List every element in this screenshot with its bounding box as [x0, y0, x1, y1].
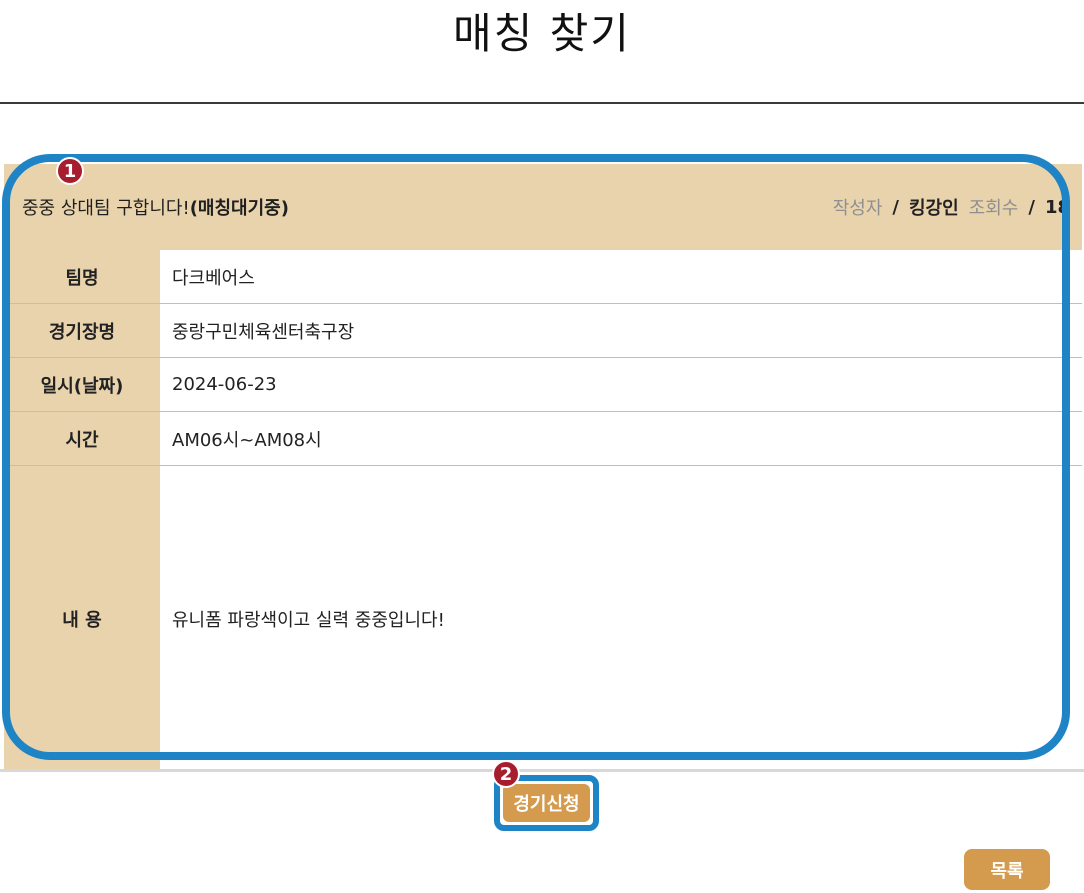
- meta-separator: /: [1028, 196, 1035, 218]
- board-bottom-divider: [0, 769, 1084, 772]
- time-value: AM06시~AM08시: [160, 412, 1082, 466]
- venue-value: 중랑구민체육센터축구장: [160, 304, 1082, 358]
- post-meta: 작성자 / 킹강인 조회수 / 18: [833, 194, 1070, 220]
- author-label: 작성자: [832, 198, 883, 219]
- team-label: 팀명: [4, 250, 160, 304]
- views-count: 18: [1044, 196, 1070, 218]
- post-title-text: 중중 상대팀 구합니다!: [22, 198, 190, 219]
- matching-status: (매칭대기중): [189, 198, 289, 219]
- annotation-badge-2: 2: [492, 760, 520, 788]
- post-title: 중중 상대팀 구합니다!(매칭대기중): [22, 194, 289, 220]
- team-value: 다크베어스: [160, 250, 1082, 304]
- date-label: 일시(날짜): [4, 358, 160, 412]
- list-button[interactable]: 목록: [964, 849, 1050, 890]
- match-post-board: 중중 상대팀 구합니다!(매칭대기중) 작성자 / 킹강인 조회수 / 18 팀…: [4, 164, 1082, 771]
- meta-separator: /: [892, 196, 899, 218]
- date-value: 2024-06-23: [160, 358, 1082, 412]
- annotation-badge-1: 1: [56, 157, 84, 185]
- time-label: 시간: [4, 412, 160, 466]
- author-name: 킹강인: [908, 198, 959, 219]
- title-divider: [0, 102, 1084, 104]
- venue-label: 경기장명: [4, 304, 160, 358]
- page-title: 매칭 찾기: [453, 8, 631, 58]
- content-label: 내 용: [4, 466, 160, 771]
- apply-match-button[interactable]: 경기신청: [503, 784, 590, 822]
- content-value: 유니폼 파랑색이고 실력 중중입니다!: [160, 466, 1082, 771]
- views-label: 조회수: [968, 198, 1019, 219]
- match-info-table: 팀명 다크베어스 경기장명 중랑구민체육센터축구장 일시(날짜) 2024-06…: [4, 250, 1082, 771]
- post-header: 중중 상대팀 구합니다!(매칭대기중) 작성자 / 킹강인 조회수 / 18: [4, 164, 1082, 250]
